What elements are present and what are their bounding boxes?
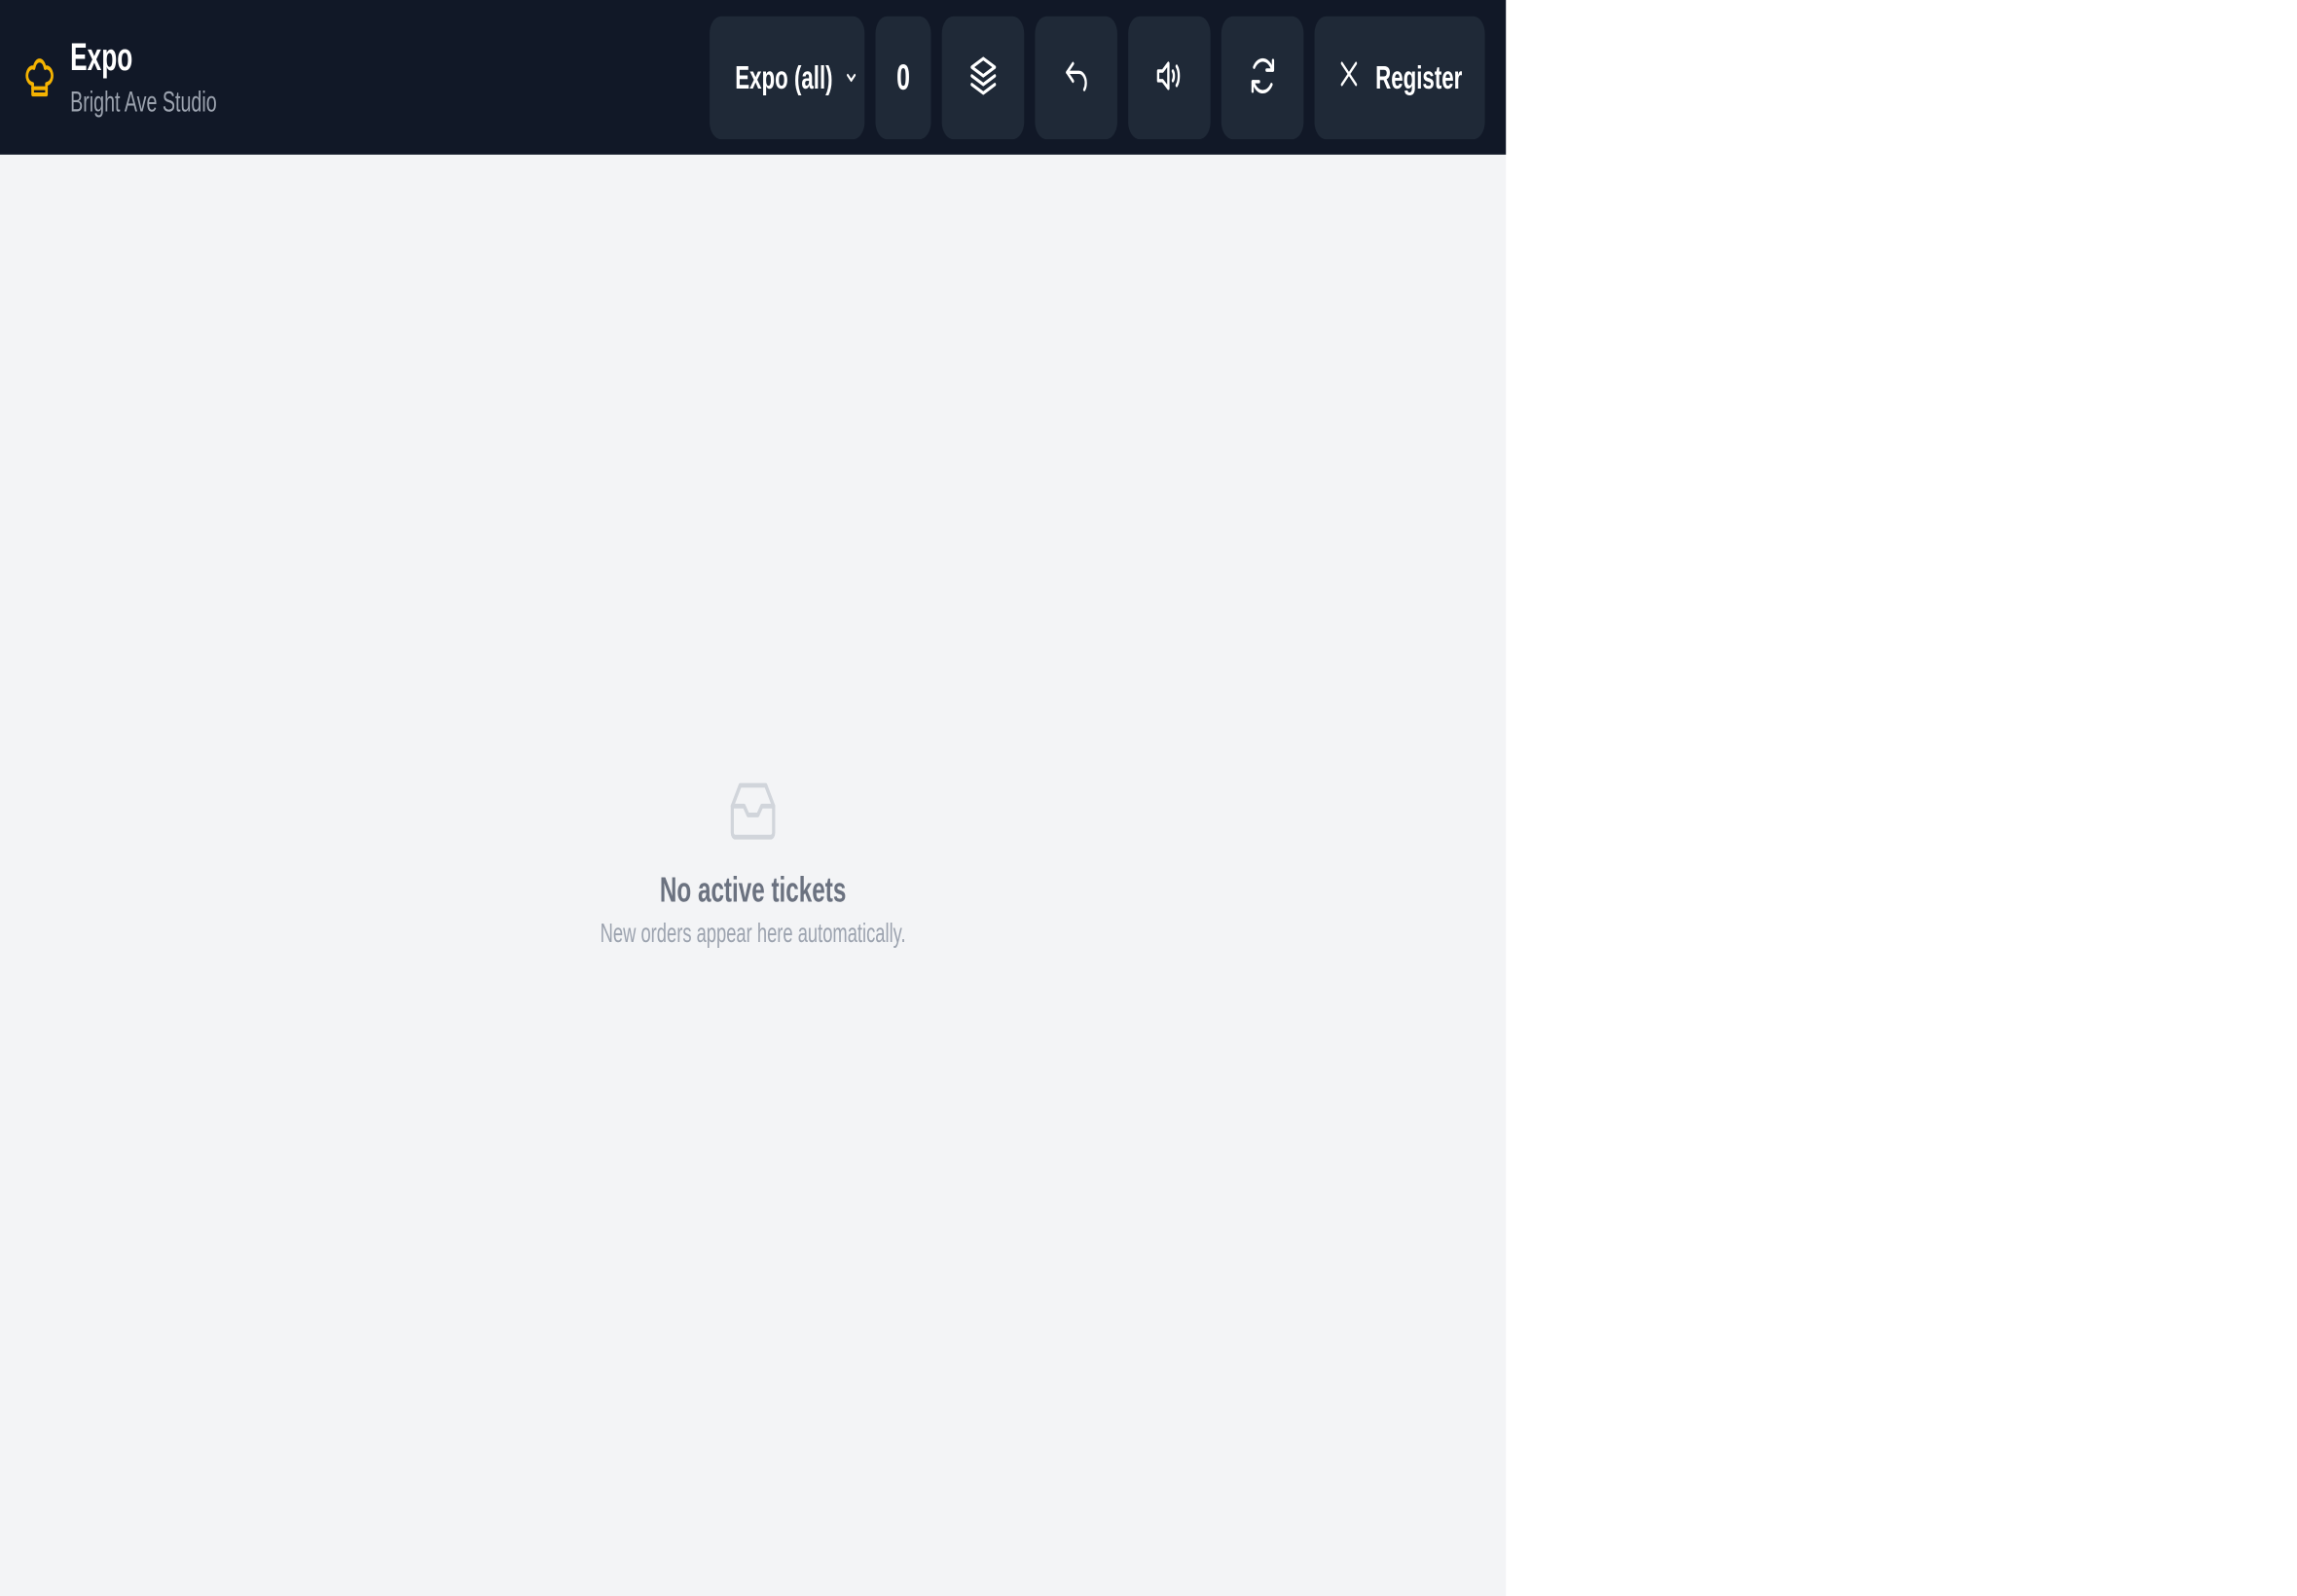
ticket-count: 0 (896, 56, 910, 98)
inbox-icon (729, 780, 777, 845)
close-register-button[interactable]: Register (1314, 16, 1485, 140)
refresh-button[interactable] (1221, 16, 1304, 140)
register-label: Register (1375, 58, 1463, 96)
empty-state: No active tickets New orders appear here… (0, 780, 1506, 951)
brand-text: Expo Bright Ave Studio (70, 34, 217, 121)
undo-icon (1062, 54, 1090, 101)
refresh-icon (1247, 53, 1277, 103)
volume-icon (1154, 53, 1185, 103)
sound-button[interactable] (1128, 16, 1211, 140)
page-title: Expo (70, 36, 133, 79)
station-select-value: Expo (all) (735, 58, 833, 96)
toolbar: Expo (all) 0 Register (710, 16, 1485, 140)
chevron-down-icon (844, 59, 857, 96)
ticket-count-badge[interactable]: 0 (875, 16, 931, 140)
top-bar: Expo Bright Ave Studio Expo (all) 0 Regi… (0, 0, 1507, 155)
empty-state-title: No active tickets (659, 870, 847, 910)
chef-hat-icon (23, 53, 56, 102)
brand: Expo Bright Ave Studio (23, 0, 217, 155)
empty-state-message: New orders appear here automatically. (600, 918, 906, 948)
app-root: Expo Bright Ave Studio Expo (all) 0 Regi… (0, 0, 1507, 1596)
layers-icon (967, 53, 998, 103)
location-name: Bright Ave Studio (70, 86, 217, 118)
ticket-area: No active tickets New orders appear here… (0, 155, 1506, 1596)
station-select[interactable]: Expo (all) (710, 16, 865, 140)
undo-button[interactable] (1035, 16, 1117, 140)
close-icon (1337, 55, 1362, 100)
layers-button[interactable] (941, 16, 1025, 140)
